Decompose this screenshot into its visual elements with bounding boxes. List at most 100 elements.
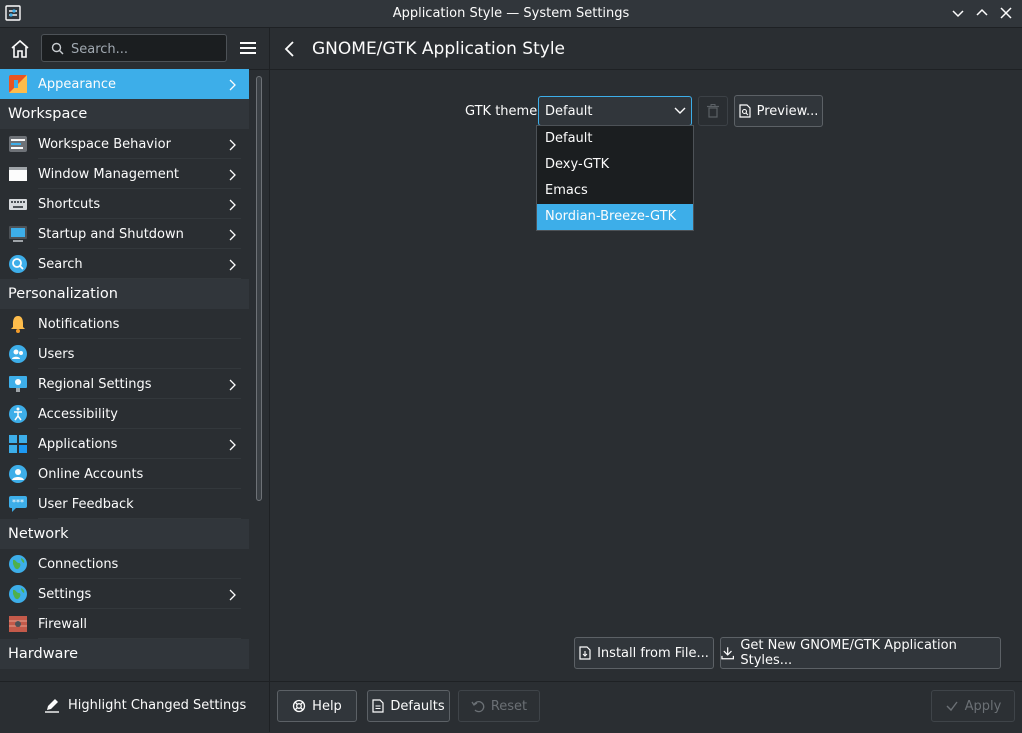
search-icon — [9, 255, 27, 273]
sidebar-item-window-management[interactable]: Window Management — [0, 159, 249, 189]
pencil-icon — [45, 699, 59, 713]
category-header-personalization: Personalization — [0, 279, 249, 309]
gtk-theme-combo-value: Default — [545, 104, 593, 119]
sidebar: Appearance Workspace Workspace Behavior Win… — [0, 28, 269, 733]
main-footer: Help Defaults Reset Apply — [270, 681, 1022, 733]
sidebar-item-notifications[interactable]: Notifications — [0, 309, 249, 339]
sidebar-item-startup-and-shutdown[interactable]: Startup and Shutdown — [0, 219, 249, 249]
get-new-styles-button[interactable]: Get New GNOME/GTK Application Styles... — [720, 637, 1001, 669]
sidebar-scrollbar-thumb[interactable] — [256, 76, 262, 501]
sidebar-list: Appearance Workspace Workspace Behavior Win… — [0, 69, 249, 669]
globe-icon — [9, 555, 27, 573]
category-header-network: Network — [0, 519, 249, 549]
svg-text:***: *** — [12, 498, 24, 507]
sidebar-item-regional-settings[interactable]: Regional Settings — [0, 369, 249, 399]
sidebar-item-label: Startup and Shutdown — [38, 226, 184, 242]
sidebar-item-label: Applications — [38, 436, 118, 452]
delete-theme-button[interactable] — [698, 96, 728, 126]
chevron-right-icon — [229, 139, 236, 151]
sidebar-item-label: User Feedback — [38, 496, 134, 512]
sidebar-item-settings[interactable]: Settings — [0, 579, 249, 609]
row-separator — [38, 518, 241, 519]
sidebar-footer: Highlight Changed Settings — [0, 681, 269, 733]
sidebar-item-accessibility[interactable]: Accessibility — [0, 399, 249, 429]
startup-icon — [9, 226, 27, 242]
document-preview-icon — [738, 104, 751, 118]
feedback-icon: *** — [9, 496, 27, 512]
install-from-file-label: Install from File... — [597, 645, 709, 661]
preview-button[interactable]: Preview... — [734, 95, 823, 127]
regional-icon — [9, 376, 27, 392]
download-icon — [721, 647, 735, 660]
main-panel: GNOME/GTK Application Style GTK theme: D… — [270, 28, 1022, 732]
sidebar-item-users[interactable]: Users — [0, 339, 249, 369]
dropdown-option-default[interactable]: Default — [537, 126, 693, 152]
chevron-down-icon — [674, 107, 686, 114]
keyboard-icon — [9, 199, 27, 210]
chevron-right-icon — [229, 259, 236, 271]
help-lifebuoy-icon — [293, 699, 306, 713]
defaults-button[interactable]: Defaults — [367, 690, 450, 722]
dropdown-option-emacs[interactable]: Emacs — [537, 178, 693, 204]
search-input[interactable] — [69, 38, 223, 60]
bell-icon — [11, 316, 25, 333]
sidebar-item-firewall[interactable]: Firewall — [0, 609, 249, 639]
chevron-right-icon — [229, 79, 236, 91]
sidebar-item-label: Online Accounts — [38, 466, 144, 482]
accessibility-icon — [9, 405, 27, 423]
checkmark-icon — [946, 701, 958, 712]
chevron-right-icon — [229, 379, 236, 391]
install-from-file-button[interactable]: Install from File... — [574, 637, 714, 669]
dropdown-option-nordian-breeze-gtk[interactable]: Nordian-Breeze-GTK — [537, 204, 693, 230]
search-field[interactable] — [41, 34, 227, 62]
sidebar-item-label: Users — [38, 346, 75, 362]
workspace-behavior-icon — [9, 136, 27, 152]
sidebar-item-label: Notifications — [38, 316, 120, 332]
maximize-icon[interactable] — [974, 5, 990, 21]
install-file-icon — [579, 646, 591, 660]
appearance-icon — [9, 75, 27, 93]
gtk-theme-combobox[interactable]: Default — [538, 96, 692, 126]
back-arrow-icon[interactable] — [282, 40, 298, 58]
page-title: GNOME/GTK Application Style — [312, 39, 565, 59]
search-icon — [51, 42, 64, 55]
sidebar-item-appearance[interactable]: Appearance — [0, 69, 249, 99]
sidebar-item-label: Accessibility — [38, 406, 118, 422]
minimize-icon[interactable] — [950, 5, 966, 21]
sidebar-item-connections[interactable]: Connections — [0, 549, 249, 579]
sidebar-item-shortcuts[interactable]: Shortcuts — [0, 189, 249, 219]
home-icon[interactable] — [8, 37, 32, 61]
chevron-right-icon — [229, 169, 236, 181]
apply-button[interactable]: Apply — [931, 690, 1015, 722]
hamburger-menu-icon[interactable] — [238, 39, 258, 57]
sidebar-header — [0, 28, 269, 70]
highlight-changed-settings-button[interactable]: Highlight Changed Settings — [44, 697, 246, 713]
sidebar-item-applications[interactable]: Applications — [0, 429, 249, 459]
online-accounts-icon — [9, 465, 27, 483]
defaults-label: Defaults — [390, 698, 445, 714]
close-icon[interactable] — [998, 5, 1014, 21]
highlight-changed-settings-label: Highlight Changed Settings — [68, 697, 247, 713]
help-button[interactable]: Help — [277, 690, 357, 722]
chevron-right-icon — [229, 439, 236, 451]
category-header-workspace: Workspace — [0, 99, 249, 129]
apply-label: Apply — [964, 698, 1002, 714]
gtk-theme-dropdown: Default Dexy-GTK Emacs Nordian-Breeze-GTK — [536, 125, 694, 231]
help-label: Help — [312, 698, 342, 714]
sidebar-item-workspace-behavior[interactable]: Workspace Behavior — [0, 129, 249, 159]
dropdown-option-dexy-gtk[interactable]: Dexy-GTK — [537, 152, 693, 178]
chevron-right-icon — [229, 199, 236, 211]
get-new-styles-label: Get New GNOME/GTK Application Styles... — [740, 638, 957, 668]
main-header: GNOME/GTK Application Style — [270, 28, 1022, 70]
sidebar-item-label: Search — [38, 256, 83, 272]
sidebar-item-label: Connections — [38, 556, 119, 572]
reset-label: Reset — [490, 698, 528, 714]
sidebar-item-online-accounts[interactable]: Online Accounts — [0, 459, 249, 489]
chevron-right-icon — [229, 229, 236, 241]
sidebar-item-label: Firewall — [38, 616, 88, 632]
sidebar-item-user-feedback[interactable]: *** User Feedback — [0, 489, 249, 519]
sidebar-item-label: Settings — [38, 586, 92, 602]
applications-icon — [9, 435, 27, 453]
sidebar-item-search[interactable]: Search — [0, 249, 249, 279]
reset-button[interactable]: Reset — [458, 690, 540, 722]
